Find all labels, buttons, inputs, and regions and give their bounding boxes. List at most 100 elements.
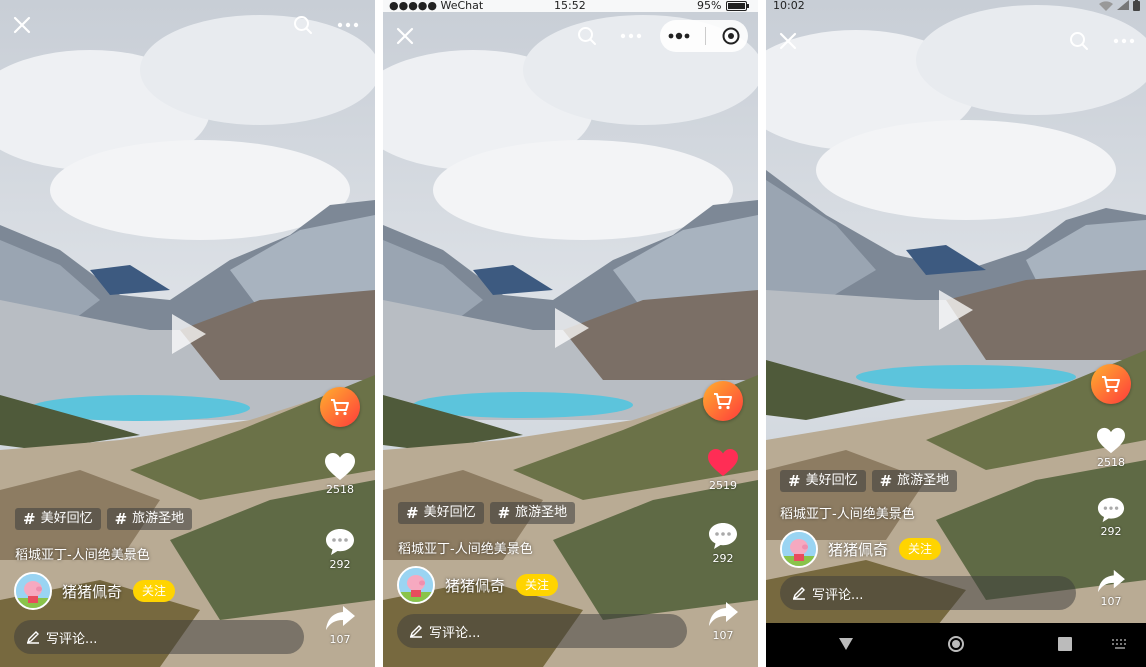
share-count: 107 <box>1100 595 1122 608</box>
battery-icon <box>1133 0 1140 11</box>
search-button[interactable] <box>288 10 318 40</box>
close-button[interactable] <box>773 26 803 56</box>
share-button[interactable]: 107 <box>1091 568 1131 608</box>
share-icon <box>1098 569 1125 593</box>
comment-button[interactable]: 292 <box>1091 496 1131 538</box>
avatar[interactable] <box>14 572 52 610</box>
like-count: 2518 <box>326 483 354 496</box>
capsule-menu-button[interactable] <box>668 32 690 40</box>
follow-button[interactable]: 关注 <box>516 574 559 596</box>
author-row: 猪猪佩奇 关注 <box>397 566 559 604</box>
like-count: 2519 <box>709 479 737 492</box>
share-count: 107 <box>329 633 351 646</box>
phone-screen-2: ●●●●● WeChat 15:52 95% 2519 292 107 # 美好… <box>383 0 758 667</box>
home-icon[interactable] <box>947 635 965 653</box>
comment-button[interactable]: 292 <box>703 521 743 565</box>
tag-chip[interactable]: # 美好回忆 <box>780 470 866 492</box>
more-button[interactable] <box>1109 26 1139 56</box>
android-nav-bar <box>766 623 1146 667</box>
phone-screen-1: 2518 292 107 # 美好回忆 # 旅游圣地 稻城亚丁-人间绝美景色 猪猪佩… <box>0 0 375 667</box>
search-icon <box>1070 32 1088 50</box>
comment-placeholder: 写评论... <box>46 631 98 647</box>
video-title: 稻城亚丁-人间绝美景色 <box>15 548 150 563</box>
more-button[interactable] <box>333 10 363 40</box>
cart-button[interactable] <box>703 381 743 421</box>
more-icon <box>668 32 690 40</box>
comment-count: 292 <box>712 552 734 565</box>
like-button[interactable]: 2519 <box>703 448 743 492</box>
tag-list: # 美好回忆 # 旅游圣地 <box>15 508 193 530</box>
comment-count: 292 <box>1100 525 1122 538</box>
heart-icon <box>1097 427 1125 454</box>
comment-bubble-icon <box>1097 497 1125 523</box>
comment-count: 292 <box>329 558 351 571</box>
heart-icon <box>708 449 738 476</box>
comment-bubble-icon <box>709 523 737 549</box>
avatar[interactable] <box>397 566 435 604</box>
avatar[interactable] <box>780 530 818 568</box>
comment-input[interactable]: 写评论... <box>397 614 687 648</box>
heart-icon <box>325 453 355 480</box>
signal-icon <box>1117 0 1129 10</box>
follow-button[interactable]: 关注 <box>133 580 176 602</box>
share-count: 107 <box>712 629 734 642</box>
tag-list: # 美好回忆 # 旅游圣地 <box>398 502 576 524</box>
tag-chip[interactable]: # 旅游圣地 <box>489 502 576 524</box>
like-count: 2518 <box>1097 456 1125 469</box>
username[interactable]: 猪猪佩奇 <box>62 581 122 602</box>
pencil-icon <box>792 587 805 600</box>
keyboard-icon[interactable] <box>1112 639 1128 649</box>
search-button[interactable] <box>1064 26 1094 56</box>
share-icon <box>326 606 355 630</box>
status-bar: 10:02 <box>766 0 1146 12</box>
play-icon[interactable] <box>555 308 589 348</box>
author-row: 猪猪佩奇 关注 <box>14 572 176 610</box>
share-button[interactable]: 107 <box>703 600 743 642</box>
cart-icon <box>331 399 349 416</box>
comment-input[interactable]: 写评论... <box>780 576 1076 610</box>
pencil-icon <box>26 631 39 644</box>
tag-list: # 美好回忆 # 旅游圣地 <box>780 470 958 492</box>
cart-button[interactable] <box>320 387 360 427</box>
recents-icon[interactable] <box>1058 637 1072 651</box>
close-icon <box>779 32 797 50</box>
status-time: 10:02 <box>773 0 805 12</box>
comment-bubble-icon <box>326 529 354 555</box>
capsule-close-button[interactable] <box>722 27 740 45</box>
comment-placeholder: 写评论... <box>429 625 481 641</box>
tag-chip[interactable]: # 旅游圣地 <box>871 470 958 492</box>
comment-button[interactable]: 292 <box>320 527 360 571</box>
play-icon[interactable] <box>172 314 206 354</box>
username[interactable]: 猪猪佩奇 <box>445 575 505 596</box>
like-button[interactable]: 2518 <box>320 452 360 496</box>
more-icon <box>1113 38 1135 44</box>
tag-chip[interactable]: # 旅游圣地 <box>106 508 193 530</box>
close-button[interactable] <box>390 21 420 51</box>
more-button[interactable] <box>616 21 646 51</box>
close-icon <box>396 27 414 45</box>
cart-button[interactable] <box>1091 364 1131 404</box>
status-time: 15:52 <box>554 0 586 12</box>
share-button[interactable]: 107 <box>320 604 360 646</box>
tag-chip[interactable]: # 美好回忆 <box>398 502 484 524</box>
mini-program-capsule <box>660 20 748 52</box>
username[interactable]: 猪猪佩奇 <box>828 539 888 560</box>
close-button[interactable] <box>7 10 37 40</box>
back-icon[interactable] <box>838 637 854 651</box>
comment-input[interactable]: 写评论... <box>14 620 304 654</box>
wifi-icon <box>1099 1 1113 11</box>
search-button[interactable] <box>572 21 602 51</box>
pencil-icon <box>409 625 422 638</box>
cart-icon <box>714 393 732 410</box>
follow-button[interactable]: 关注 <box>899 538 942 560</box>
tag-chip[interactable]: # 美好回忆 <box>15 508 101 530</box>
like-button[interactable]: 2518 <box>1091 427 1131 469</box>
search-icon <box>578 27 596 45</box>
battery-icon <box>726 1 749 11</box>
more-icon <box>337 22 359 28</box>
video-title: 稻城亚丁-人间绝美景色 <box>398 542 533 557</box>
play-icon[interactable] <box>939 290 973 330</box>
phone-screen-3: 10:02 2518 292 107 # 美好回忆 # 旅游圣地 稻城亚丁-人间绝美… <box>766 0 1146 667</box>
share-icon <box>709 602 738 626</box>
cart-icon <box>1102 376 1120 393</box>
